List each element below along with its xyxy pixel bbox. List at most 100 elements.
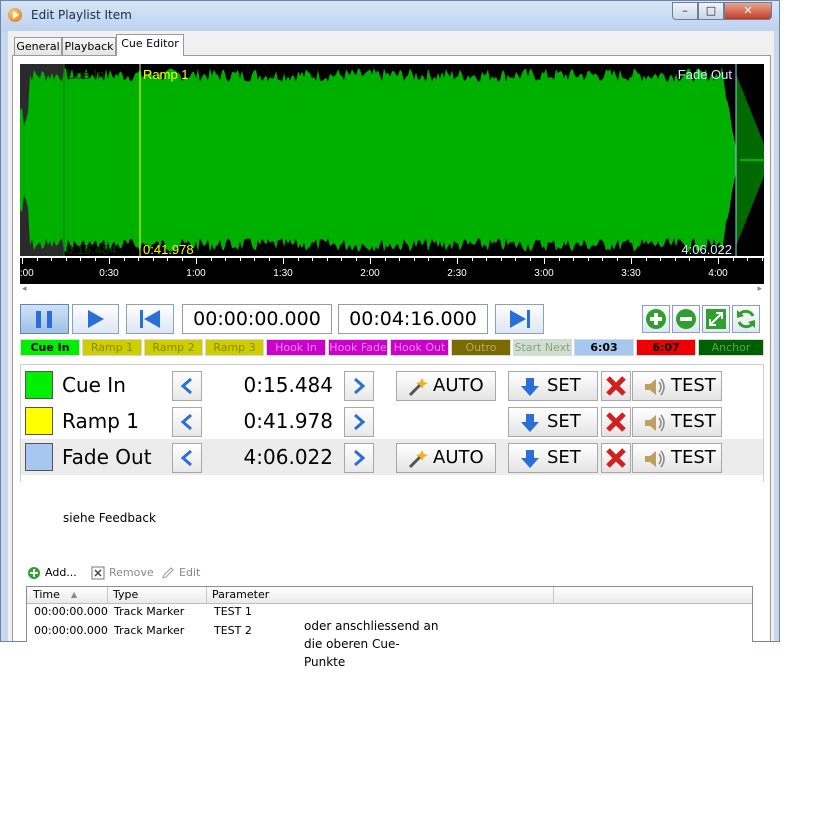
ruler-minor-tick	[167, 258, 168, 261]
zoom-out-button[interactable]	[672, 305, 700, 333]
dialog-client: General Playback Cue Editor Cue In 0:15.4…	[8, 31, 774, 641]
app-icon	[8, 8, 22, 22]
marker-grid: Time ▲ Type Parameter 00:00:00.000 Track…	[26, 586, 753, 642]
cue-tag-outro[interactable]: Outro	[451, 339, 511, 356]
duration-display: 00:04:16.000	[338, 304, 488, 334]
skip-to-end-button[interactable]	[495, 304, 544, 334]
ruler-minor-tick	[501, 258, 502, 261]
ruler-minor-tick	[704, 258, 705, 261]
cue-tag-6-03[interactable]: 6:03	[574, 339, 634, 356]
waveform-view[interactable]: Cue In 0:15.484 Ramp 1 0:41.978 Fade Out 4:06…	[20, 64, 764, 257]
fade-out-prev-button[interactable]	[172, 443, 202, 473]
cue-name: Cue In	[62, 373, 126, 397]
speaker-icon	[645, 450, 665, 468]
ruler-minor-tick	[428, 258, 429, 261]
cue-in-test-button[interactable]: TEST	[632, 371, 722, 401]
cue-tag-ramp-2[interactable]: Ramp 2	[144, 339, 203, 356]
tab-general[interactable]: General	[14, 37, 62, 55]
zoom-fit-button[interactable]	[702, 305, 730, 333]
pause-icon	[36, 311, 52, 328]
ruler-minor-tick	[472, 258, 473, 261]
expand-icon	[706, 309, 726, 329]
cue-tag-start-next[interactable]: Start Next	[513, 339, 572, 356]
cue-tag-anchor[interactable]: Anchor	[698, 339, 764, 356]
maximize-button[interactable]: □	[698, 2, 724, 20]
column-header-type[interactable]: Type	[113, 588, 138, 601]
ramp-1-next-button[interactable]	[344, 407, 374, 437]
cue-in-clear-button[interactable]	[601, 371, 631, 401]
ruler-label: 3:30	[621, 268, 641, 279]
ruler-minor-tick	[370, 258, 371, 261]
zoom-in-button[interactable]	[642, 305, 670, 333]
ramp-1-clear-button[interactable]	[601, 407, 631, 437]
scroll-right-icon[interactable]: ▸	[757, 284, 762, 294]
fade-out-next-button[interactable]	[344, 443, 374, 473]
tab-playback[interactable]: Playback	[62, 37, 116, 55]
cue-in-auto-button[interactable]: AUTO	[396, 371, 496, 401]
close-button[interactable]: ✕	[724, 2, 772, 20]
cue-name: Ramp 1	[62, 409, 139, 433]
ruler-minor-tick	[385, 258, 386, 261]
ramp-1-test-button[interactable]: TEST	[632, 407, 722, 437]
cue-tag-ramp-1[interactable]: Ramp 1	[82, 339, 142, 356]
magic-wand-icon	[408, 450, 428, 469]
ruler-minor-tick	[37, 258, 38, 261]
ruler-minor-tick	[138, 258, 139, 261]
ruler-label: 4:00	[708, 268, 728, 279]
fade-out-test-button[interactable]: TEST	[632, 443, 722, 473]
ruler-minor-tick	[80, 258, 81, 261]
refresh-button[interactable]	[732, 305, 760, 333]
horizontal-scrollbar[interactable]: ◂ ▸	[20, 284, 764, 296]
cue-row-fade-out[interactable]: Fade Out 4:06.022 AUTO SET TEST	[21, 439, 763, 475]
title-bar: Edit Playlist Item – □ ✕	[1, 1, 779, 31]
position-display: 00:00:00.000	[182, 304, 332, 334]
cue-tag-hook-in[interactable]: Hook In	[266, 339, 326, 356]
cue-tag-cue-in[interactable]: Cue In	[20, 339, 80, 356]
pause-button[interactable]	[20, 304, 69, 334]
remove-icon	[91, 566, 105, 580]
cue-in-set-button[interactable]: SET	[508, 371, 598, 401]
ruler-minor-tick	[124, 258, 125, 261]
ruler-label: 2:30	[447, 268, 467, 279]
cue-color-swatch	[25, 407, 53, 435]
tab-cue-editor[interactable]: Cue Editor	[116, 34, 184, 56]
cue-row-cue-in[interactable]: Cue In 0:15.484 AUTO SET TEST	[21, 367, 763, 403]
column-header-parameter[interactable]: Parameter	[212, 588, 269, 601]
ruler-label: 3:00	[534, 268, 554, 279]
fade-out-set-button[interactable]: SET	[508, 443, 598, 473]
add-marker-button[interactable]: Add...	[27, 566, 81, 582]
column-header-time[interactable]: Time	[33, 588, 60, 601]
rewind-to-start-button[interactable]	[126, 304, 174, 334]
cue-tag-hook-fade[interactable]: Hook Fade	[328, 339, 388, 356]
remove-marker-button[interactable]: Remove	[91, 566, 154, 582]
arrow-down-icon	[521, 414, 539, 432]
edit-marker-button[interactable]: Edit	[161, 566, 211, 582]
pencil-icon	[162, 567, 174, 579]
annotation-line-2: die oberen Cue-	[304, 637, 400, 651]
fade-out-clear-button[interactable]	[601, 443, 631, 473]
ruler-minor-tick	[660, 258, 661, 261]
chevron-left-icon	[180, 414, 192, 430]
cue-row-ramp-1[interactable]: Ramp 1 0:41.978 SET TEST	[21, 403, 763, 439]
cue-tag-ramp-3[interactable]: Ramp 3	[205, 339, 264, 356]
ruler-minor-tick	[283, 258, 284, 261]
ruler-label: 0:00	[14, 268, 34, 279]
ruler-minor-tick	[414, 258, 415, 261]
minimize-button[interactable]: –	[672, 2, 698, 20]
cue-color-swatch	[25, 443, 53, 471]
cue-time: 0:15.484	[243, 373, 333, 397]
cue-in-prev-button[interactable]	[172, 371, 202, 401]
cue-tag-6-07[interactable]: 6:07	[636, 339, 696, 356]
cue-in-next-button[interactable]	[344, 371, 374, 401]
cue-name: Fade Out	[62, 445, 152, 469]
cue-tag-hook-out[interactable]: Hook Out	[390, 339, 449, 356]
sort-ascending-icon: ▲	[71, 590, 78, 599]
play-button[interactable]	[72, 304, 119, 334]
ramp-1-prev-button[interactable]	[172, 407, 202, 437]
ramp-1-set-button[interactable]: SET	[508, 407, 598, 437]
scroll-left-icon[interactable]: ◂	[22, 284, 27, 294]
ruler-minor-tick	[559, 258, 560, 261]
fade-out-auto-button[interactable]: AUTO	[396, 443, 496, 473]
ruler-minor-tick	[762, 258, 763, 261]
ruler-label: 2:00	[360, 268, 380, 279]
